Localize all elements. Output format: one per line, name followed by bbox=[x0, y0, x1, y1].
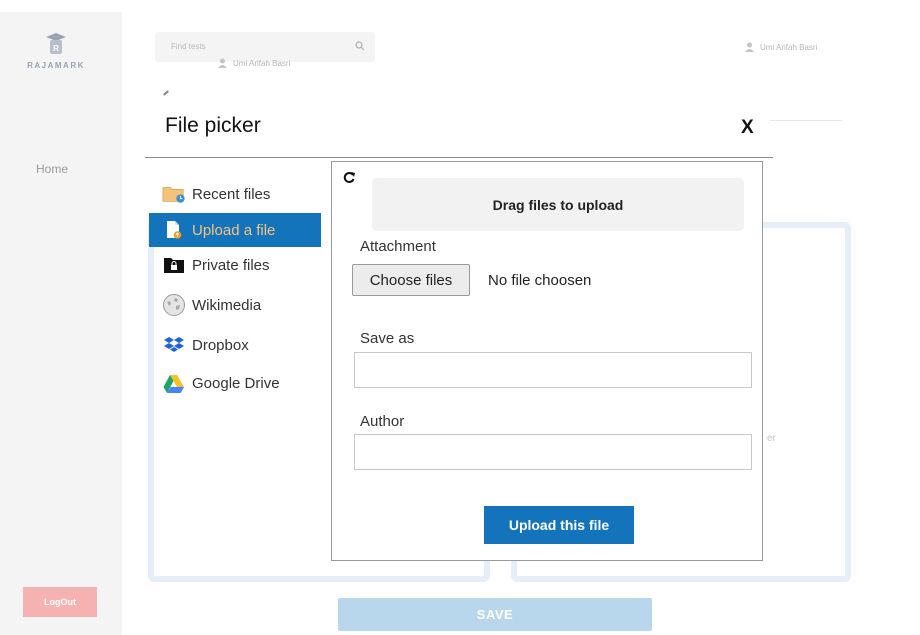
repo-item-private-files[interactable]: Private files bbox=[149, 247, 321, 283]
title-divider bbox=[145, 157, 773, 158]
repo-item-wikimedia[interactable]: Wikimedia bbox=[149, 283, 321, 327]
user-info-left: Umi Arifah Basri bbox=[218, 58, 290, 68]
search-icon[interactable] bbox=[355, 41, 365, 51]
save-button[interactable]: SAVE bbox=[338, 598, 652, 631]
user-icon bbox=[218, 58, 227, 68]
wikipedia-globe-icon bbox=[162, 294, 186, 316]
edit-pencil-icon bbox=[163, 90, 169, 96]
repo-item-dropbox[interactable]: Dropbox bbox=[149, 327, 321, 363]
logout-button[interactable]: LogOut bbox=[23, 587, 97, 617]
upload-panel: Drag files to upload Attachment Choose f… bbox=[331, 161, 763, 561]
file-upload-icon bbox=[162, 219, 186, 241]
faint-text: er bbox=[767, 433, 776, 444]
repo-item-recent-files[interactable]: Recent files bbox=[149, 175, 321, 213]
repo-item-label: Recent files bbox=[192, 185, 271, 203]
author-label: Author bbox=[360, 413, 405, 430]
nav-home-link[interactable]: Home bbox=[36, 162, 68, 176]
dropbox-icon bbox=[162, 334, 186, 356]
repo-item-label: Private files bbox=[192, 256, 270, 274]
attachment-label: Attachment bbox=[360, 238, 436, 255]
user-info-right[interactable]: Umi Arifah Basri bbox=[745, 42, 817, 52]
folder-clock-icon bbox=[162, 183, 186, 205]
sidebar: R RAJAMARK Home LogOut bbox=[0, 12, 122, 635]
user-name: Umi Arifah Basri bbox=[233, 58, 291, 68]
no-file-status: No file choosen bbox=[488, 272, 592, 289]
repo-item-label: Upload a file bbox=[192, 221, 276, 239]
author-input[interactable] bbox=[354, 434, 752, 470]
choose-files-button[interactable]: Choose files bbox=[352, 264, 470, 296]
refresh-icon[interactable] bbox=[342, 170, 356, 184]
repo-item-upload-a-file[interactable]: Upload a file bbox=[149, 213, 321, 247]
logo-text: RAJAMARK bbox=[27, 61, 85, 70]
close-button[interactable]: X bbox=[741, 117, 754, 139]
repo-item-label: Dropbox bbox=[192, 336, 249, 354]
repository-list: Recent files Upload a file Private files bbox=[149, 175, 321, 403]
repo-item-google-drive[interactable]: Google Drive bbox=[149, 363, 321, 403]
user-name: Umi Arifah Basri bbox=[760, 42, 818, 52]
drag-drop-zone[interactable]: Drag files to upload bbox=[372, 178, 744, 231]
divider bbox=[770, 120, 842, 121]
app-logo: R RAJAMARK bbox=[26, 32, 86, 70]
lock-folder-icon bbox=[162, 254, 186, 276]
upload-this-file-button[interactable]: Upload this file bbox=[484, 506, 634, 544]
repo-item-label: Wikimedia bbox=[192, 296, 262, 314]
save-as-input[interactable] bbox=[354, 352, 752, 388]
save-as-label: Save as bbox=[360, 330, 415, 347]
modal-title: File picker bbox=[165, 114, 261, 137]
search-placeholder: Find tests bbox=[171, 42, 206, 51]
google-drive-icon bbox=[162, 372, 186, 394]
repo-item-label: Google Drive bbox=[192, 374, 280, 392]
graduation-cap-logo-icon: R bbox=[46, 33, 66, 54]
svg-text:R: R bbox=[53, 44, 59, 53]
user-icon bbox=[745, 42, 754, 52]
